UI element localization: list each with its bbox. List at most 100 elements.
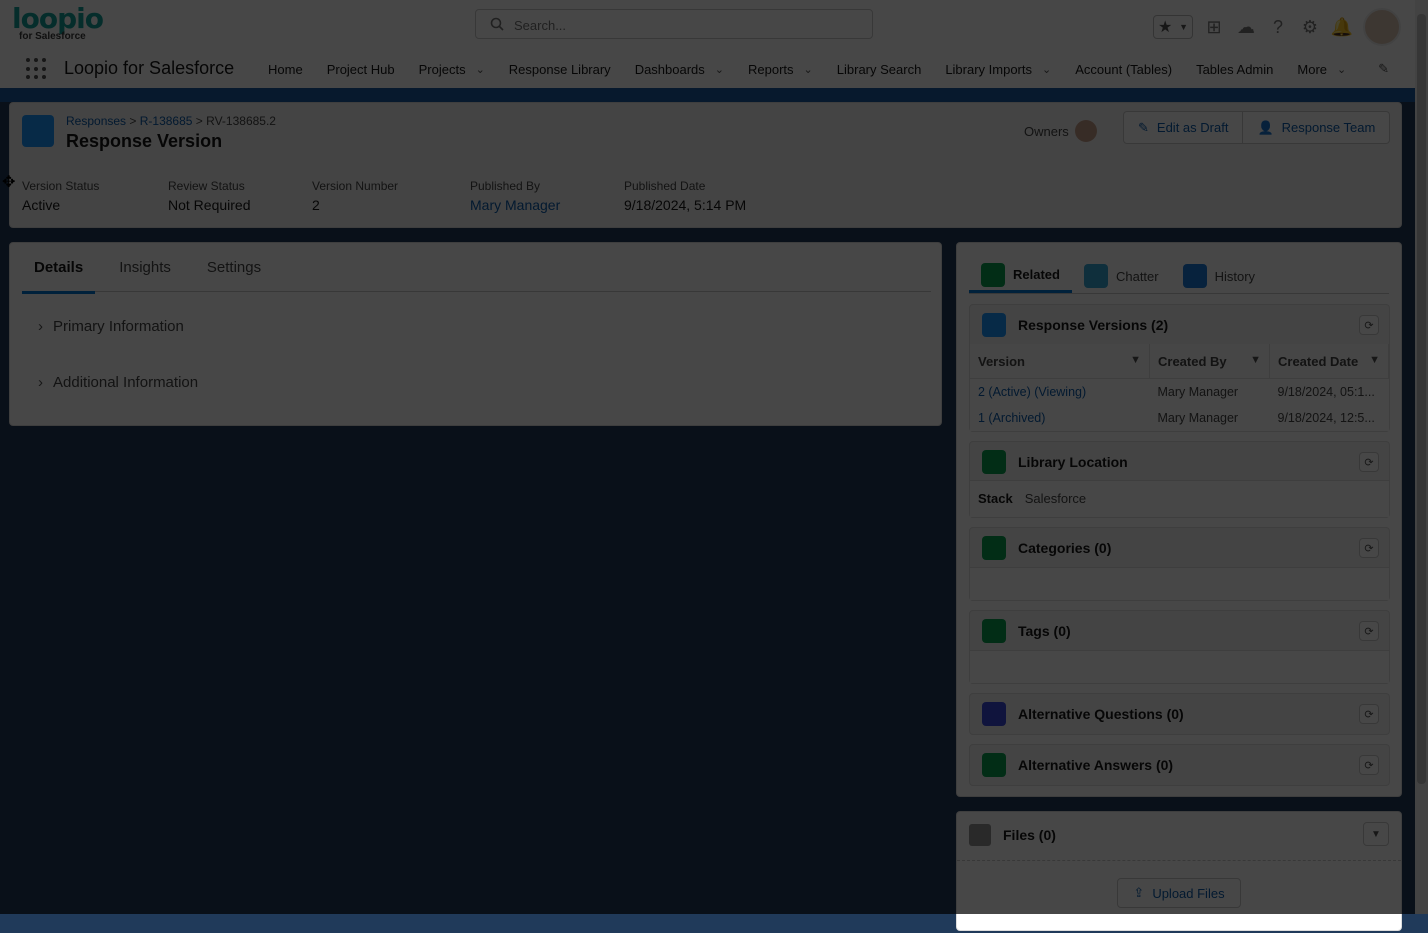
chatter-icon: [1083, 264, 1108, 288]
field-label: Published By: [470, 179, 541, 193]
files-header: Files (0): [969, 824, 1056, 846]
loopio-logo[interactable]: loopio for Salesforce: [12, 4, 104, 43]
related-list-title[interactable]: Alternative Questions (0): [1018, 706, 1184, 722]
related-list-header: Categories (0): [982, 536, 1111, 560]
favorites-button[interactable]: ★ ▼: [1153, 15, 1193, 39]
chevron-down-icon[interactable]: ⌄: [1042, 63, 1051, 76]
response-version-record-icon: [22, 115, 54, 147]
trailhead-icon[interactable]: ☁: [1235, 16, 1257, 38]
field-value: 9/18/2024, 5:14 PM: [624, 197, 747, 213]
nav-item-projects[interactable]: Projects ⌄: [419, 62, 485, 77]
owners: Owners: [1024, 120, 1097, 142]
record-actions: ✎ Edit as Draft 👤 Response Team: [1123, 111, 1391, 144]
page-scrollbar[interactable]: [1415, 0, 1428, 914]
related-panel: Related Chatter History Response Version…: [956, 242, 1402, 797]
tab-settings[interactable]: Settings: [195, 259, 273, 291]
edit-as-draft-button[interactable]: ✎ Edit as Draft: [1124, 112, 1242, 143]
refresh-button[interactable]: ⟳: [1359, 704, 1379, 724]
related-list-library-location: Library Location ⟳ Stack Salesforce: [969, 441, 1390, 518]
field-review-status: Review Status Not Required: [168, 179, 251, 213]
nav-item-project-hub[interactable]: Project Hub: [327, 62, 395, 77]
nav-items: Home Project Hub Projects ⌄ Response Library…: [268, 62, 1370, 77]
related-list-title[interactable]: Tags (0): [1018, 623, 1071, 639]
cursor-icon: ✥: [2, 174, 16, 191]
column-header-created-by[interactable]: Created By ▼: [1149, 344, 1270, 379]
nav-item-library-imports[interactable]: Library Imports ⌄: [945, 62, 1051, 77]
nav-item-reports[interactable]: Reports ⌄: [748, 62, 813, 77]
nav-item-response-library[interactable]: Response Library: [509, 62, 611, 77]
table-cell: 9/18/2024, 12:5...: [1277, 411, 1375, 425]
setup-gear-icon[interactable]: ⚙: [1299, 16, 1321, 38]
nav-item-tables-admin[interactable]: Tables Admin: [1196, 62, 1273, 77]
global-search-input[interactable]: Search...: [475, 9, 873, 39]
version-link[interactable]: 2 (Active) (Viewing): [970, 379, 1150, 406]
app-launcher-icon[interactable]: [26, 58, 48, 80]
nav-item-label: Home: [268, 62, 303, 77]
refresh-button[interactable]: ⟳: [1359, 538, 1379, 558]
tab-related[interactable]: Related: [969, 259, 1072, 293]
nav-item-account-tables[interactable]: Account (Tables): [1075, 62, 1172, 77]
tab-history[interactable]: History: [1171, 259, 1267, 293]
section-label: Additional Information: [53, 374, 199, 391]
app-name: Loopio for Salesforce: [64, 58, 235, 78]
related-list-title[interactable]: Response Versions (2): [1018, 317, 1168, 333]
response-team-button[interactable]: 👤 Response Team: [1242, 112, 1389, 143]
chevron-down-icon[interactable]: ⌄: [1337, 63, 1346, 76]
breadcrumb-response[interactable]: R-138685: [140, 114, 193, 128]
search-icon: [490, 17, 504, 31]
nav-item-library-search[interactable]: Library Search: [837, 62, 922, 77]
refresh-button[interactable]: ⟳: [1359, 755, 1379, 775]
chevron-right-icon: ›: [38, 318, 43, 335]
section-primary-information[interactable]: › Primary Information: [38, 318, 184, 335]
version-link[interactable]: 1 (Archived): [970, 405, 1150, 431]
table-row: 1 (Archived) Mary Manager 9/18/2024, 12:…: [970, 405, 1389, 431]
chevron-down-icon[interactable]: ⌄: [715, 63, 724, 76]
upload-files-button[interactable]: ⇪ Upload Files: [1117, 878, 1241, 908]
column-header-created-date[interactable]: Created Date ▼: [1269, 344, 1389, 379]
nav-item-more[interactable]: More ⌄: [1297, 62, 1346, 77]
edit-as-draft-label: Edit as Draft: [1156, 120, 1229, 135]
related-list-title[interactable]: Library Location: [1018, 454, 1128, 470]
tab-insights[interactable]: Insights: [107, 259, 183, 291]
field-label: Published Date: [624, 179, 706, 193]
notifications-bell-icon[interactable]: 🔔: [1331, 16, 1353, 38]
chevron-down-icon[interactable]: ⌄: [476, 63, 485, 76]
global-actions-icon[interactable]: ⊞: [1203, 16, 1225, 38]
tab-chatter[interactable]: Chatter: [1072, 259, 1171, 293]
breadcrumb-responses[interactable]: Responses: [66, 114, 126, 128]
history-clock-icon: [1182, 264, 1207, 288]
breadcrumb-current: RV-138685.2: [206, 114, 276, 128]
refresh-button[interactable]: ⟳: [1359, 452, 1379, 472]
files-card: Files (0) ▼ ⇪ Upload Files: [956, 811, 1402, 931]
nav-item-label: Response Library: [508, 62, 611, 77]
user-avatar[interactable]: [1363, 8, 1401, 46]
refresh-button[interactable]: ⟳: [1359, 315, 1379, 335]
nav-item-dashboards[interactable]: Dashboards ⌄: [635, 62, 724, 77]
response-team-label: Response Team: [1281, 120, 1376, 135]
related-list-body: [970, 567, 1389, 600]
files-title[interactable]: Files (0): [1003, 827, 1056, 843]
owner-avatar[interactable]: [1074, 120, 1097, 142]
field-value: Not Required: [168, 197, 251, 213]
section-additional-information[interactable]: › Additional Information: [38, 374, 198, 391]
column-label: Version: [978, 353, 1025, 369]
related-list-title[interactable]: Alternative Answers (0): [1018, 757, 1173, 773]
refresh-button[interactable]: ⟳: [1359, 621, 1379, 641]
edit-nav-pencil-icon[interactable]: ✎: [1378, 61, 1389, 77]
scrollbar-thumb[interactable]: [1417, 14, 1426, 784]
published-by-link[interactable]: Mary Manager: [470, 197, 560, 213]
file-dropzone[interactable]: ⇪ Upload Files: [957, 860, 1401, 933]
nav-item-label: Project Hub: [326, 62, 395, 77]
nav-item-home[interactable]: Home: [268, 62, 303, 77]
files-menu-button[interactable]: ▼: [1363, 822, 1389, 846]
related-list-tags: Tags (0) ⟳: [969, 610, 1390, 684]
field-value: 2: [312, 197, 320, 213]
table-cell: Mary Manager: [1157, 385, 1239, 399]
field-published-date: Published Date 9/18/2024, 5:14 PM: [624, 179, 746, 213]
chevron-down-icon[interactable]: ⌄: [804, 63, 813, 76]
column-header-version[interactable]: Version ▼: [970, 344, 1150, 379]
related-list-title[interactable]: Categories (0): [1018, 540, 1111, 556]
tab-details[interactable]: Details: [22, 259, 96, 294]
help-icon[interactable]: ?: [1267, 16, 1289, 38]
section-label: Primary Information: [53, 318, 184, 335]
